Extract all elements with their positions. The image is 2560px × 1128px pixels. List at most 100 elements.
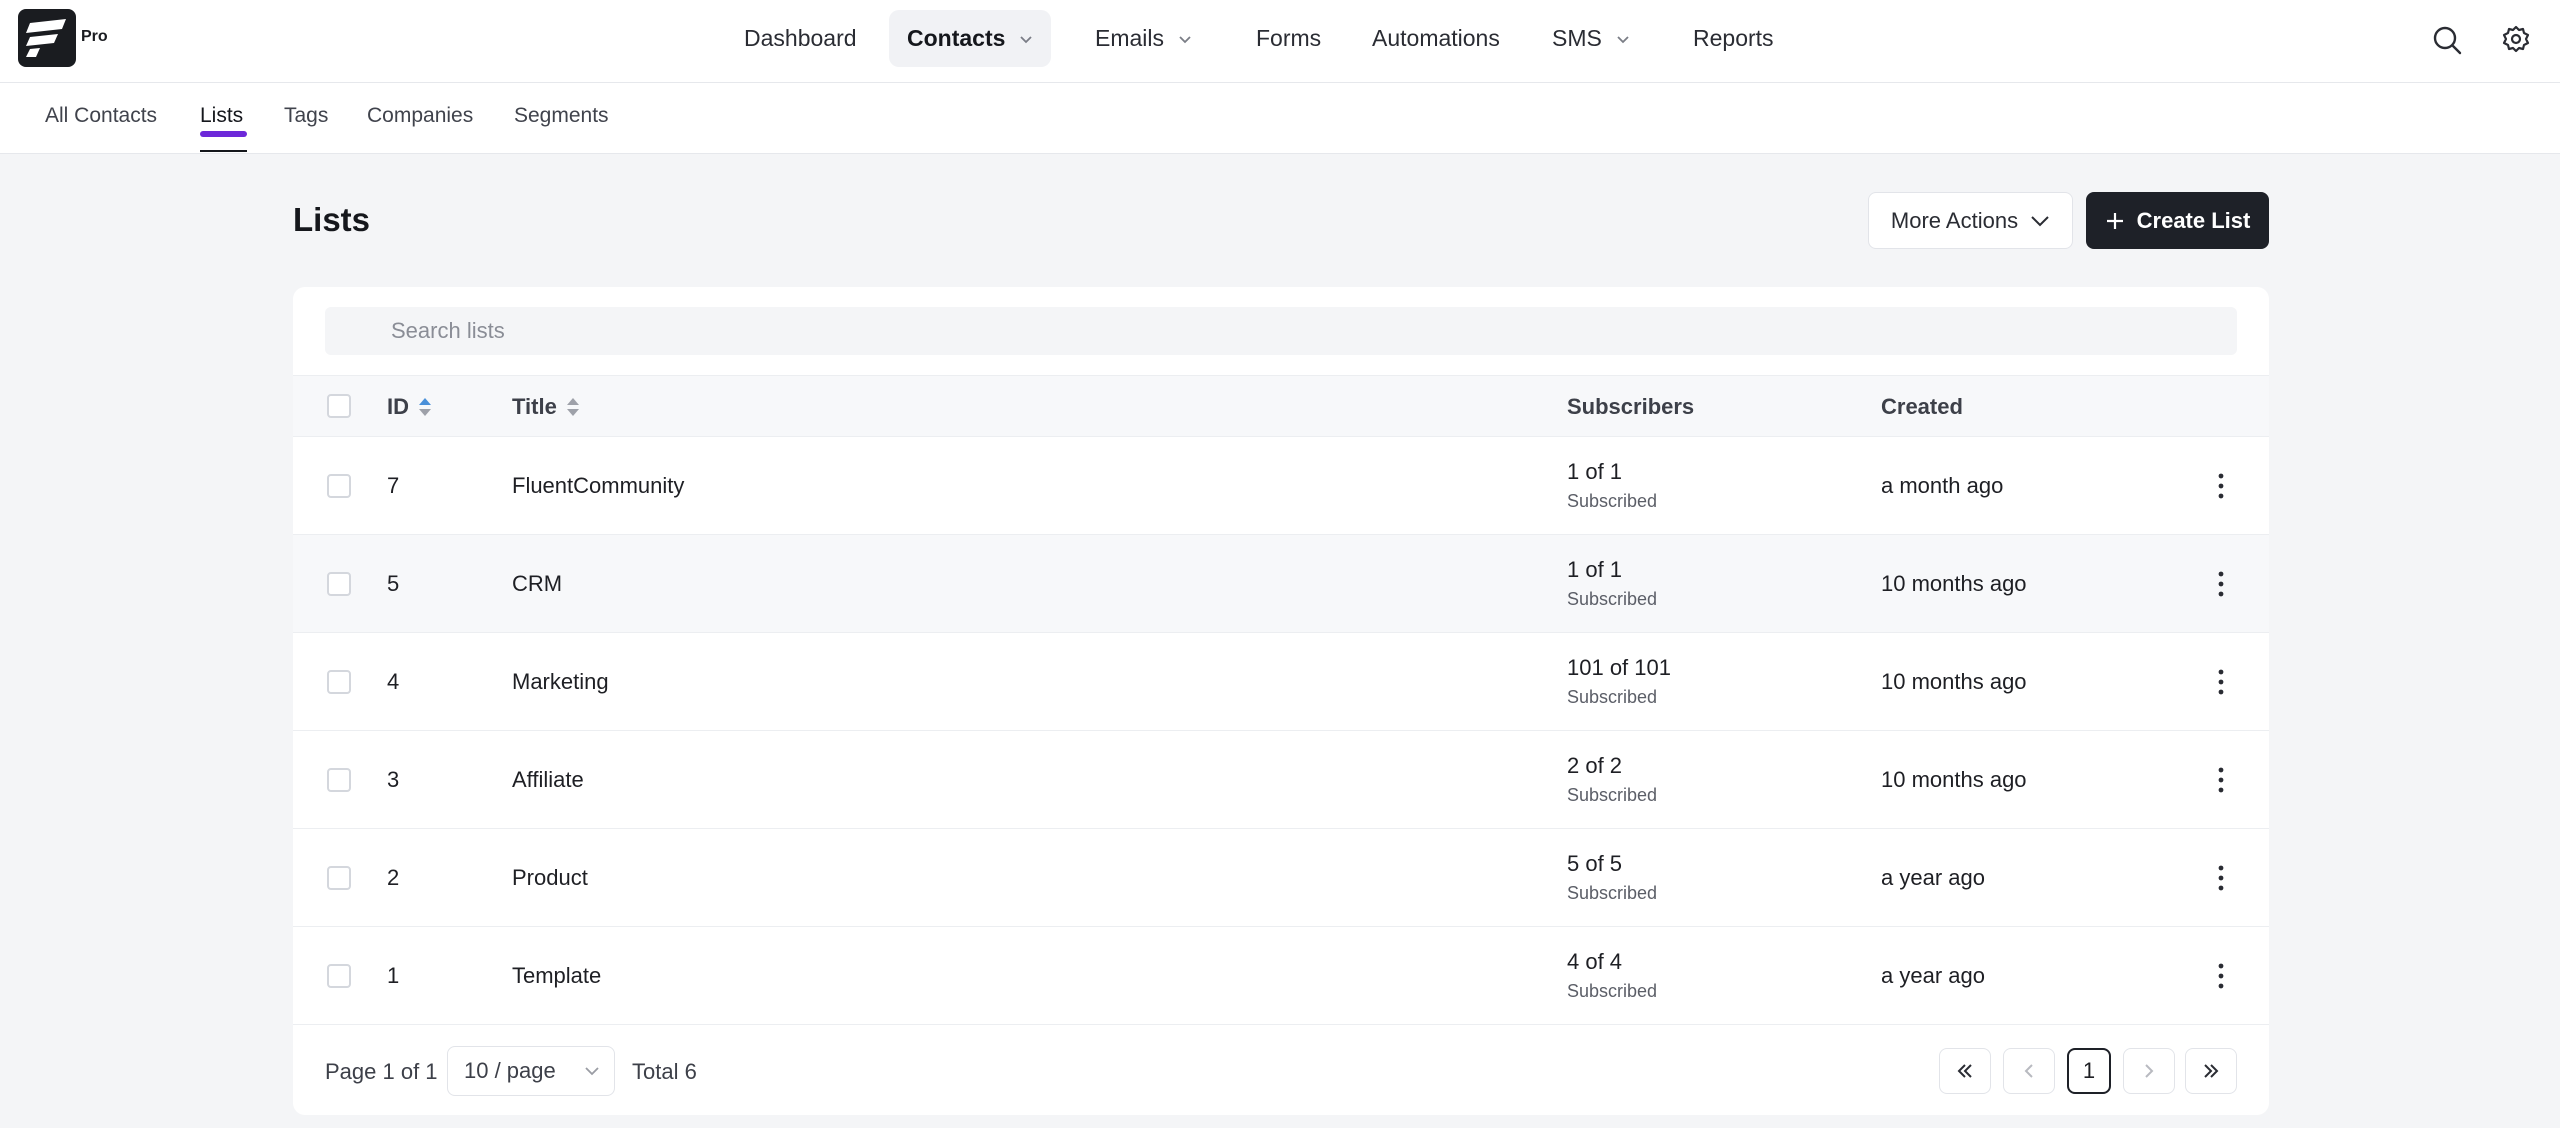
row-created: 10 months ago	[1881, 571, 2027, 596]
nav-item-sms[interactable]: SMS	[1534, 10, 1648, 67]
sub-navigation: All Contacts Lists Tags Companies Segmen…	[0, 83, 2560, 154]
more-options-icon[interactable]	[2213, 863, 2229, 893]
column-header-created: Created	[1881, 394, 1963, 420]
table-row[interactable]: 3 Affiliate 2 of 2 Subscribed 10 months …	[293, 731, 2269, 829]
double-chevron-left-icon	[1957, 1064, 1972, 1078]
column-header-title[interactable]: Title	[512, 394, 581, 420]
nav-item-label: Dashboard	[744, 25, 857, 51]
row-checkbox[interactable]	[327, 866, 351, 890]
page-number-button[interactable]: 1	[2067, 1048, 2111, 1094]
chevron-left-icon	[2024, 1064, 2033, 1078]
row-subscription-status: Subscribed	[1567, 687, 1658, 707]
subnav-item-all-contacts[interactable]: All Contacts	[45, 104, 157, 134]
double-chevron-right-icon	[2204, 1064, 2219, 1078]
main-nav: Dashboard Contacts Emails Forms Automati…	[0, 0, 2560, 83]
more-actions-button[interactable]: More Actions	[1868, 192, 2073, 249]
nav-item-automations[interactable]: Automations	[1354, 10, 1518, 67]
previous-page-button[interactable]	[2003, 1048, 2055, 1094]
nav-item-emails[interactable]: Emails	[1077, 10, 1210, 67]
row-subscription-status: Subscribed	[1567, 883, 1658, 903]
page-indicator: Page 1 of 1	[325, 1059, 438, 1084]
row-subscription-status: Subscribed	[1567, 491, 1658, 511]
row-checkbox[interactable]	[327, 572, 351, 596]
more-options-icon[interactable]	[2213, 471, 2229, 501]
table-row[interactable]: 4 Marketing 101 of 101 Subscribed 10 mon…	[293, 633, 2269, 731]
row-title[interactable]: Template	[512, 963, 601, 989]
first-page-button[interactable]	[1939, 1048, 1991, 1094]
more-options-icon[interactable]	[2213, 765, 2229, 795]
active-tab-indicator	[200, 131, 247, 137]
more-options-icon[interactable]	[2213, 667, 2229, 697]
last-page-button[interactable]	[2185, 1048, 2237, 1094]
row-id: 1	[387, 963, 400, 988]
row-subscribers: 1 of 1	[1567, 459, 1623, 484]
more-options-icon[interactable]	[2213, 961, 2229, 991]
row-subscribers: 1 of 1	[1567, 557, 1623, 582]
top-navigation-bar: Pro Dashboard Contacts Emails Forms Auto…	[0, 0, 2560, 83]
nav-item-label: SMS	[1552, 25, 1602, 51]
row-checkbox[interactable]	[327, 964, 351, 988]
page-title: Lists	[293, 201, 371, 238]
row-title[interactable]: FluentCommunity	[512, 473, 684, 499]
select-all-checkbox[interactable]	[327, 394, 351, 418]
pagination-footer: Page 1 of 1 10 / page Total 6 1	[293, 1025, 2269, 1115]
chevron-down-icon	[2031, 215, 2049, 226]
column-header-label: Created	[1881, 394, 1963, 419]
create-list-button[interactable]: Create List	[2086, 192, 2269, 249]
nav-item-contacts[interactable]: Contacts	[889, 10, 1052, 67]
row-subscription-status: Subscribed	[1567, 981, 1658, 1001]
table-row[interactable]: 7 FluentCommunity 1 of 1 Subscribed a mo…	[293, 437, 2269, 535]
next-page-button[interactable]	[2123, 1048, 2175, 1094]
gear-icon[interactable]	[2498, 22, 2534, 58]
chevron-down-icon	[585, 1067, 599, 1076]
column-header-subscribers: Subscribers	[1567, 394, 1694, 420]
nav-item-reports[interactable]: Reports	[1675, 10, 1792, 67]
active-tab-underline	[200, 150, 247, 152]
subnav-item-tags[interactable]: Tags	[284, 104, 328, 134]
row-title[interactable]: CRM	[512, 571, 562, 597]
row-title[interactable]: Marketing	[512, 669, 609, 695]
sort-icon[interactable]	[565, 396, 581, 418]
table-row[interactable]: 2 Product 5 of 5 Subscribed a year ago	[293, 829, 2269, 927]
row-created: 10 months ago	[1881, 669, 2027, 694]
more-options-icon[interactable]	[2213, 569, 2229, 599]
nav-item-label: Contacts	[907, 25, 1006, 51]
column-header-label: Subscribers	[1567, 394, 1695, 419]
nav-item-label: Reports	[1693, 25, 1774, 51]
nav-item-label: Forms	[1256, 25, 1322, 51]
row-id: 2	[387, 865, 400, 890]
row-id: 3	[387, 767, 400, 792]
row-created: a year ago	[1881, 963, 1985, 988]
row-id: 4	[387, 669, 400, 694]
nav-item-dashboard[interactable]: Dashboard	[726, 10, 875, 67]
nav-item-forms[interactable]: Forms	[1238, 10, 1339, 67]
row-checkbox[interactable]	[327, 768, 351, 792]
per-page-select[interactable]: 10 / page	[447, 1046, 615, 1096]
create-list-label: Create List	[2136, 207, 2251, 233]
row-created: a month ago	[1881, 473, 2004, 498]
subnav-item-lists[interactable]: Lists	[200, 104, 243, 134]
row-checkbox[interactable]	[327, 474, 351, 498]
subnav-item-segments[interactable]: Segments	[514, 104, 609, 134]
row-title[interactable]: Product	[512, 865, 588, 891]
chevron-down-icon	[1617, 35, 1629, 43]
plus-icon	[2106, 212, 2123, 229]
table-row[interactable]: 5 CRM 1 of 1 Subscribed 10 months ago	[293, 535, 2269, 633]
subnav-item-companies[interactable]: Companies	[367, 104, 473, 134]
table-row[interactable]: 1 Template 4 of 4 Subscribed a year ago	[293, 927, 2269, 1025]
row-checkbox[interactable]	[327, 670, 351, 694]
search-icon[interactable]	[2429, 22, 2465, 58]
lists-table-card: ID Title Subscribers Created 7 FluentCom…	[293, 287, 2269, 1115]
row-subscribers: 4 of 4	[1567, 949, 1623, 974]
column-header-id[interactable]: ID	[387, 394, 433, 420]
nav-item-label: Automations	[1372, 25, 1500, 51]
sort-icon[interactable]	[417, 396, 433, 418]
row-subscribers: 5 of 5	[1567, 851, 1623, 876]
search-input[interactable]	[325, 307, 2237, 355]
nav-item-label: Emails	[1095, 25, 1165, 51]
row-subscribers: 101 of 101	[1567, 655, 1671, 680]
row-title[interactable]: Affiliate	[512, 767, 584, 793]
total-count: Total 6	[632, 1059, 697, 1084]
column-header-label: ID	[387, 394, 409, 419]
row-id: 7	[387, 473, 400, 498]
